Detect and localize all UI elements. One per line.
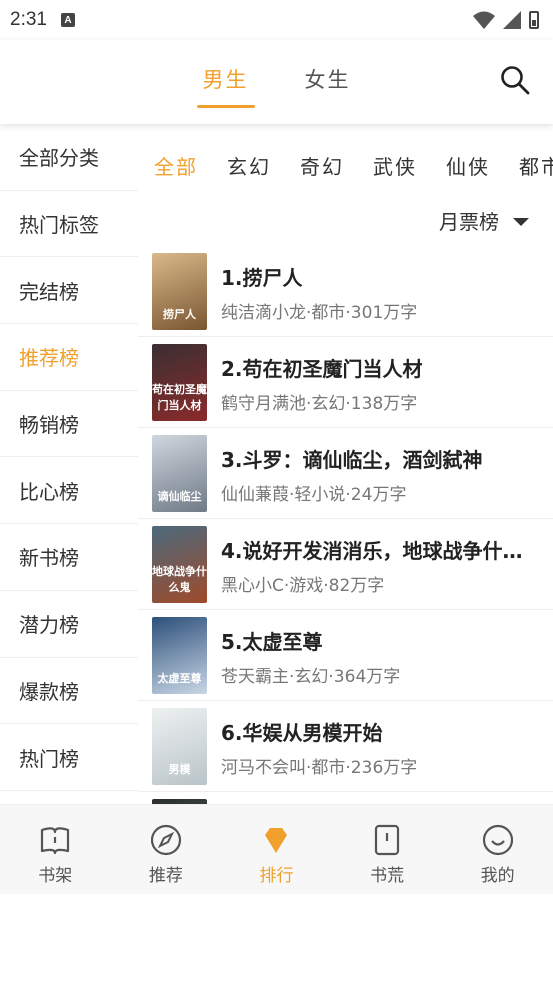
compass-icon	[150, 824, 181, 856]
tab-bookshelf[interactable]: 书架	[0, 805, 111, 894]
book-cover: 地球战争什么鬼	[152, 526, 207, 603]
book-meta: 黑心小C·游戏·82万字	[221, 576, 385, 596]
smile-icon	[482, 824, 513, 856]
book-info: 6.华娱从男模开始河马不会叫·都市·236万字	[221, 708, 541, 791]
book-meta: 仙仙蒹葭·轻小说·24万字	[221, 485, 407, 505]
sidebar-item-potential[interactable]: 潜力榜	[0, 591, 138, 658]
battery-icon	[529, 11, 539, 29]
book-cover-text: 谪仙临尘	[157, 490, 202, 503]
book-cover-text: 捞尸人	[163, 308, 196, 321]
book-cover-text: 男模	[168, 763, 191, 776]
tab-mine-label: 我的	[480, 866, 515, 886]
book-meta: 苍天霸主·玄幻·364万字	[221, 667, 401, 687]
category-xianxia[interactable]: 仙侠	[446, 151, 490, 180]
book-title: 4.说好开发消消乐，地球战争什么鬼？	[221, 539, 541, 563]
sidebar-item-viral[interactable]: 爆款榜	[0, 658, 138, 725]
sort-dropdown[interactable]: 月票榜	[138, 194, 553, 246]
book-info: 4.说好开发消消乐，地球战争什么鬼？ 黑心小C·游戏·82万字	[221, 526, 541, 609]
gem-icon	[265, 828, 288, 853]
book-cover-text: 地球战争什么鬼	[152, 565, 207, 594]
book-meta: 纯洁滴小龙·都市·301万字	[221, 303, 418, 323]
book-info: 1.捞尸人纯洁滴小龙·都市·301万字	[221, 253, 541, 336]
book-list: 捞尸人 1.捞尸人纯洁滴小龙·都市·301万字苟在初圣魔门当人材 2.苟在初圣魔门当…	[138, 246, 553, 883]
tab-ranking-label: 排行	[259, 866, 294, 886]
sidebar-item-all-categories[interactable]: 全部分类	[0, 124, 138, 191]
sidebar: 全部分类 热门标签 完结榜 推荐榜 畅销榜 比心榜 新书榜 潜力榜 爆款榜 热门…	[0, 124, 138, 894]
category-xuanhuan[interactable]: 玄幻	[227, 151, 271, 180]
notice-icon	[374, 824, 400, 856]
bottom-tab-bar: 书架 推荐 排行 书荒 我的	[0, 804, 553, 894]
tab-male[interactable]: 男生	[195, 56, 257, 108]
book-meta: 河马不会叫·都市·236万字	[221, 758, 418, 778]
tab-ranking[interactable]: 排行	[221, 805, 332, 894]
book-row[interactable]: 地球战争什么鬼 4.说好开发消消乐，地球战争什么鬼？ 黑心小C·游戏·82万字	[138, 519, 553, 610]
status-bar: 2:31 A	[0, 0, 553, 40]
sidebar-item-heart[interactable]: 比心榜	[0, 457, 138, 525]
tab-book-shortage[interactable]: 书荒	[332, 805, 443, 894]
book-cover-text: 苟在初圣魔门当人材	[152, 383, 207, 412]
tab-female[interactable]: 女生	[297, 56, 359, 108]
book-info: 2.苟在初圣魔门当人材鹤守月满池·玄幻·138万字	[221, 344, 541, 427]
accessibility-icon: A	[60, 13, 75, 27]
category-wuxia[interactable]: 武侠	[373, 151, 417, 180]
sort-label: 月票榜	[439, 209, 499, 234]
wifi-icon	[473, 11, 495, 29]
book-row[interactable]: 苟在初圣魔门当人材 2.苟在初圣魔门当人材鹤守月满池·玄幻·138万字	[138, 337, 553, 428]
sidebar-item-completed[interactable]: 完结榜	[0, 257, 138, 325]
book-title: 2.苟在初圣魔门当人材	[221, 357, 423, 381]
tab-recommend-label: 推荐	[148, 866, 183, 886]
search-icon[interactable]	[499, 64, 531, 96]
book-info: 3.斗罗：谪仙临尘，酒剑弑神仙仙蒹葭·轻小说·24万字	[221, 435, 541, 518]
book-cover: 捞尸人	[152, 253, 207, 330]
tab-book-shortage-label: 书荒	[370, 866, 405, 886]
book-cover: 谪仙临尘	[152, 435, 207, 512]
sidebar-item-hot-tags[interactable]: 热门标签	[0, 191, 138, 258]
book-row[interactable]: 捞尸人 1.捞尸人纯洁滴小龙·都市·301万字	[138, 246, 553, 337]
book-meta: 鹤守月满池·玄幻·138万字	[221, 394, 418, 414]
tab-bookshelf-label: 书架	[38, 866, 73, 886]
book-title: 3.斗罗：谪仙临尘，酒剑弑神	[221, 448, 483, 472]
book-title: 5.太虚至尊	[221, 630, 323, 654]
sidebar-item-hot[interactable]: 热门榜	[0, 724, 138, 791]
book-row[interactable]: 太虚至尊 5.太虚至尊苍天霸主·玄幻·364万字	[138, 610, 553, 701]
status-time: 2:31	[10, 9, 47, 30]
ranking-content: 全部 玄幻 奇幻 武侠 仙侠 都市 月票榜 捞尸人 1.捞尸人纯洁滴小龙·都市·3…	[138, 124, 553, 894]
book-cover: 男模	[152, 708, 207, 785]
category-qihuan[interactable]: 奇幻	[300, 151, 344, 180]
book-title: 6.华娱从男模开始	[221, 721, 383, 745]
book-title: 1.捞尸人	[221, 266, 303, 290]
signal-icon	[503, 11, 521, 29]
book-row[interactable]: 男模 6.华娱从男模开始河马不会叫·都市·236万字	[138, 701, 553, 792]
book-cover: 苟在初圣魔门当人材	[152, 344, 207, 421]
category-dushi[interactable]: 都市	[519, 151, 553, 180]
sidebar-item-new-books[interactable]: 新书榜	[0, 524, 138, 591]
sidebar-item-recommended[interactable]: 推荐榜	[0, 324, 138, 391]
sidebar-item-bestselling[interactable]: 畅销榜	[0, 391, 138, 458]
tab-recommend[interactable]: 推荐	[111, 805, 222, 894]
tab-mine[interactable]: 我的	[442, 805, 553, 894]
book-info: 5.太虚至尊苍天霸主·玄幻·364万字	[221, 617, 541, 700]
book-row[interactable]: 谪仙临尘 3.斗罗：谪仙临尘，酒剑弑神仙仙蒹葭·轻小说·24万字	[138, 428, 553, 519]
category-all[interactable]: 全部	[154, 151, 198, 180]
category-tabs: 全部 玄幻 奇幻 武侠 仙侠 都市	[138, 136, 553, 194]
book-icon	[41, 827, 70, 855]
header: 男生 女生	[0, 40, 553, 124]
dropdown-arrow-icon	[513, 218, 529, 226]
book-cover-text: 太虚至尊	[157, 672, 202, 685]
book-cover: 太虚至尊	[152, 617, 207, 694]
